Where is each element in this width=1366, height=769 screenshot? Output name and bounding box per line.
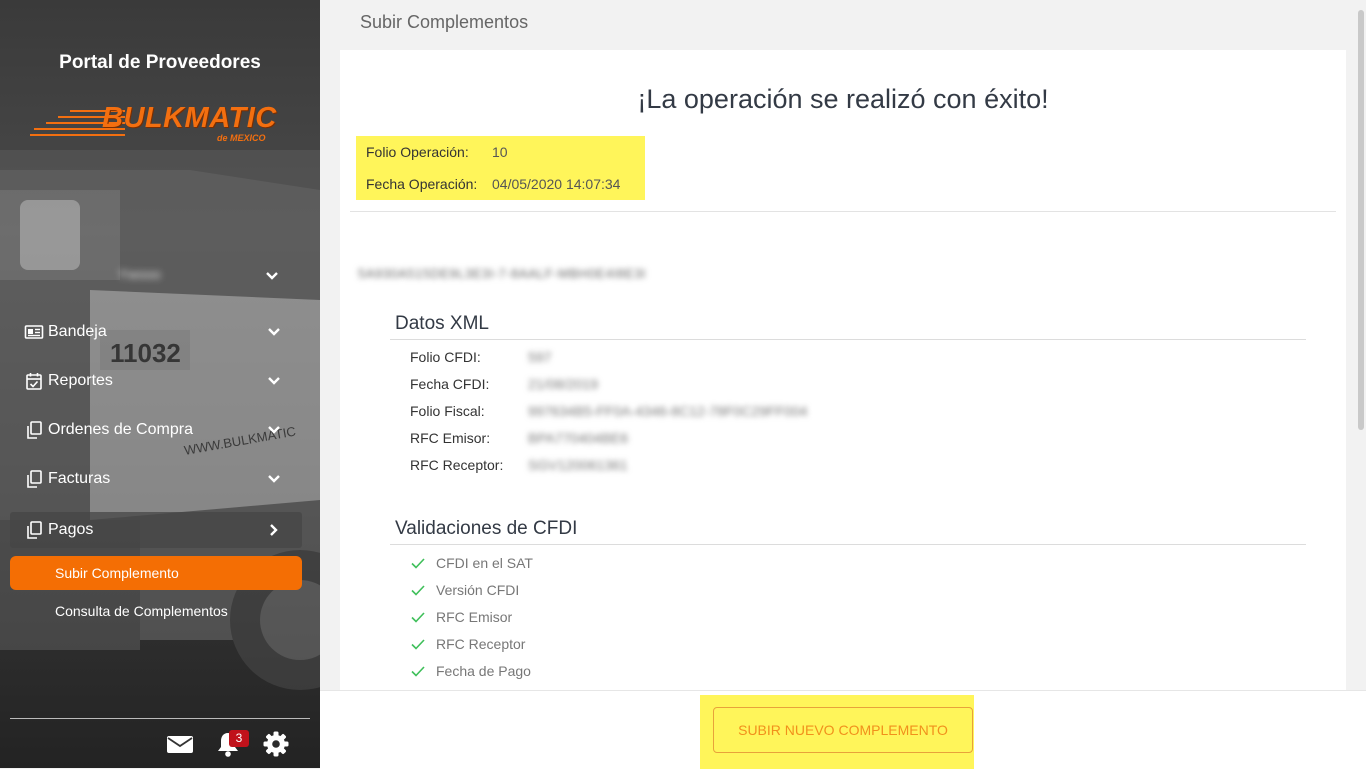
- page-scrollbar[interactable]: [1356, 0, 1366, 690]
- uploaded-file-name: 5A930A515DE9L3E3I-7-8AALF-MBH0E4I8E3I: [358, 266, 647, 281]
- nav-item-bandeja[interactable]: Bandeja: [10, 314, 302, 350]
- check-icon: [411, 558, 425, 569]
- xml-row-rfc-receptor: RFC Receptor: SGV120061361: [410, 457, 628, 473]
- validation-item: Versión CFDI: [410, 582, 519, 598]
- validation-item: CFDI en el SAT: [410, 555, 533, 571]
- validation-item: Fecha de Pago: [410, 663, 531, 679]
- validation-label: RFC Emisor: [436, 609, 513, 625]
- subnav-subir-complemento[interactable]: Subir Complemento: [10, 556, 302, 590]
- result-card: ¡La operación se realizó con éxito! Foli…: [340, 50, 1346, 690]
- sidebar-divider: [10, 718, 310, 719]
- xml-value: BPA770404BE6: [528, 430, 629, 446]
- nav-label: Facturas: [48, 470, 111, 487]
- newspaper-icon: [24, 325, 44, 339]
- nav-label: Ordenes de Compra: [48, 421, 193, 438]
- nav-label: Reportes: [48, 372, 113, 389]
- section-divider: [390, 544, 1306, 545]
- section-divider: [390, 339, 1306, 340]
- validaciones-title: Validaciones de CFDI: [395, 518, 578, 539]
- xml-row-fecha-cfdi: Fecha CFDI: 21/08/2019: [410, 376, 598, 392]
- page-heading: Subir Complementos: [360, 12, 529, 32]
- xml-value: 21/08/2019: [528, 376, 599, 392]
- validation-label: Versión CFDI: [436, 582, 520, 598]
- chevron-down-icon: [268, 426, 280, 434]
- xml-label: Folio CFDI:: [410, 349, 481, 365]
- validation-item: RFC Receptor: [410, 636, 525, 652]
- xml-value: SGV120061361: [528, 457, 628, 473]
- sidebar: 11032 WWW.BULKMATIC Portal de Proveedore…: [0, 0, 320, 768]
- mail-icon[interactable]: [166, 730, 194, 758]
- check-icon: [411, 585, 425, 596]
- copy-icon: [27, 470, 42, 488]
- xml-value: 597: [528, 349, 552, 365]
- nav-label: Pagos: [48, 521, 94, 538]
- footer-bar: SUBIR NUEVO COMPLEMENTO: [320, 690, 1366, 769]
- calendar-check-icon: [26, 373, 42, 390]
- nav-item-ordenes-de-compra[interactable]: Ordenes de Compra: [10, 412, 302, 448]
- scrollbar-thumb[interactable]: [1358, 10, 1364, 430]
- xml-label: RFC Receptor:: [410, 457, 504, 473]
- fecha-operacion-label: Fecha Operación:: [366, 176, 478, 192]
- copy-icon: [27, 521, 42, 539]
- success-title: ¡La operación se realizó con éxito!: [637, 84, 1049, 114]
- chevron-down-icon: [268, 328, 280, 336]
- folio-operacion-row: Folio Operación: 10: [366, 144, 508, 160]
- nav-item-pagos[interactable]: Pagos: [10, 512, 302, 548]
- divider: [350, 211, 1336, 212]
- nav-item-reportes[interactable]: Reportes: [10, 363, 302, 399]
- xml-row-rfc-emisor: RFC Emisor: BPA770404BE6: [410, 430, 628, 446]
- datos-xml-title: Datos XML: [395, 313, 489, 334]
- validation-label: CFDI en el SAT: [436, 555, 533, 571]
- copy-icon: [27, 421, 42, 439]
- xml-row-folio-cfdi: Folio CFDI: 597: [410, 349, 551, 365]
- user-name: Ywooo: [118, 266, 161, 282]
- fecha-operacion-row: Fecha Operación: 04/05/2020 14:07:34: [366, 176, 620, 192]
- subir-nuevo-complemento-button[interactable]: SUBIR NUEVO COMPLEMENTO: [713, 707, 973, 753]
- xml-label: Folio Fiscal:: [410, 403, 485, 419]
- chevron-down-icon: [266, 272, 278, 280]
- check-icon: [411, 666, 425, 677]
- folio-operacion-value: 10: [492, 144, 508, 160]
- notification-badge: 3: [229, 730, 249, 747]
- folio-operacion-label: Folio Operación:: [366, 144, 469, 160]
- validation-item: RFC Emisor: [410, 609, 512, 625]
- bulkmatic-logo: BULKMATIC de MEXICO: [30, 102, 290, 152]
- xml-label: RFC Emisor:: [410, 430, 491, 446]
- fecha-operacion-value: 04/05/2020 14:07:34: [492, 176, 621, 192]
- chevron-right-icon: [270, 524, 278, 536]
- xml-row-folio-fiscal: Folio Fiscal: 997634B5-FF0A-4346-8C12-78F…: [410, 403, 807, 419]
- logo-subtitle: de MEXICO: [217, 133, 266, 143]
- check-icon: [411, 612, 425, 623]
- check-icon: [411, 639, 425, 650]
- validation-label: Fecha de Pago: [436, 663, 531, 679]
- chevron-down-icon: [268, 475, 280, 483]
- subnav-consulta-de-complementos[interactable]: Consulta de Complementos: [10, 594, 302, 628]
- nav-item-facturas[interactable]: Facturas: [10, 461, 302, 497]
- validation-label: RFC Receptor: [436, 636, 526, 652]
- portal-title: Portal de Proveedores: [59, 52, 261, 73]
- logo-wordmark: BULKMATIC: [102, 102, 277, 134]
- xml-label: Fecha CFDI:: [410, 376, 490, 392]
- chevron-down-icon: [268, 377, 280, 385]
- operation-info-box: Folio Operación: 10 Fecha Operación: 04/05…: [356, 136, 645, 200]
- user-menu[interactable]: Ywooo: [110, 262, 290, 290]
- xml-value: 997634B5-FF0A-4346-8C12-78F0C29FF004: [528, 403, 808, 419]
- gear-icon[interactable]: [262, 730, 290, 758]
- nav-label: Bandeja: [48, 323, 107, 340]
